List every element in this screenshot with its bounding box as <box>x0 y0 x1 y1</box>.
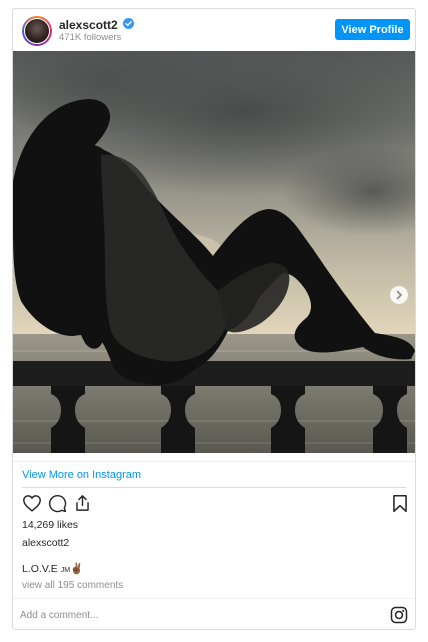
view-more-link[interactable]: View More on Instagram <box>22 469 141 481</box>
caption-username[interactable]: alexscott2 <box>22 537 69 549</box>
caption-emoji: ✌🏾 <box>70 563 84 575</box>
divider <box>22 487 406 488</box>
post-photo-drawing <box>13 51 415 453</box>
follower-count: 471K followers <box>59 32 122 43</box>
heart-icon[interactable] <box>22 494 42 512</box>
caption-body: L.O.V.E <box>22 563 58 575</box>
view-profile-button[interactable]: View Profile <box>335 19 410 40</box>
divider <box>13 598 415 599</box>
avatar[interactable] <box>22 16 52 46</box>
instagram-icon[interactable] <box>390 606 408 624</box>
verified-badge-icon <box>123 18 134 29</box>
caption-text: L.O.V.E JM✌🏾 <box>22 562 83 575</box>
divider <box>13 461 415 462</box>
like-count[interactable]: 14,269 likes <box>22 519 78 531</box>
caption-initials: JM <box>60 567 71 574</box>
add-comment-input[interactable] <box>20 607 320 623</box>
post-header: alexscott2 471K followers View Profile <box>13 9 415 51</box>
post-image[interactable] <box>13 51 415 453</box>
bookmark-icon[interactable] <box>392 494 408 513</box>
instagram-embed-card: alexscott2 471K followers View Profile V… <box>12 8 416 630</box>
comment-icon[interactable] <box>48 494 67 513</box>
view-comments-link[interactable]: view all 195 comments <box>22 580 123 591</box>
chevron-right-icon <box>396 290 402 300</box>
username[interactable]: alexscott2 <box>59 18 118 32</box>
carousel-next-button[interactable] <box>390 286 408 304</box>
share-icon[interactable] <box>73 493 92 513</box>
avatar-image <box>24 18 50 44</box>
